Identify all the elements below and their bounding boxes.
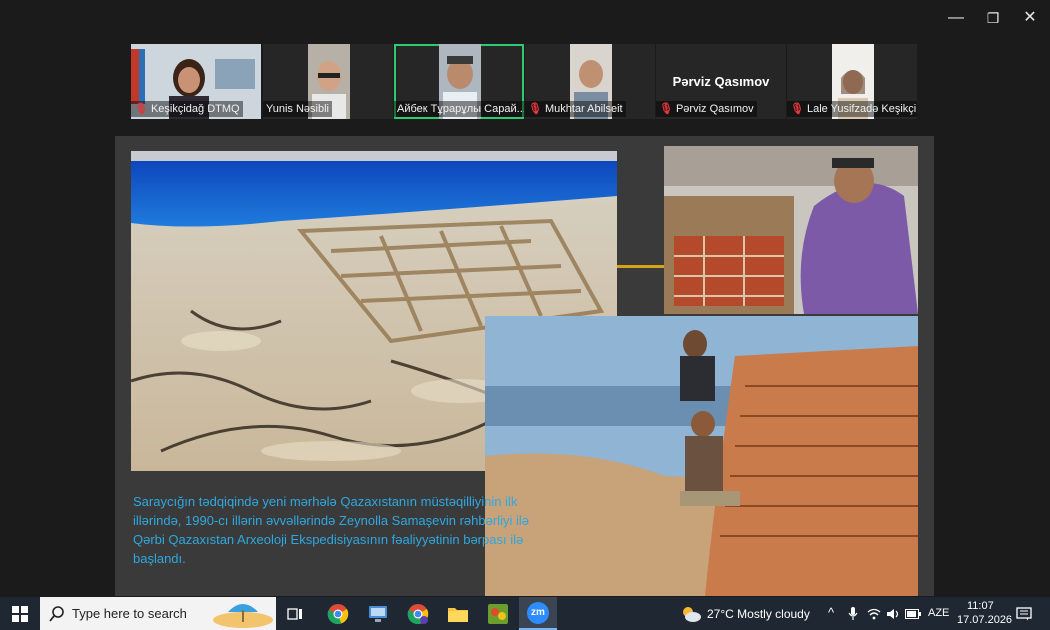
participant-tile[interactable]: 🎙 Keşikçidağ DTMQ <box>131 44 261 119</box>
zoom-icon: zm <box>527 601 549 624</box>
chrome-profile-taskbar-button[interactable] <box>404 597 432 630</box>
slide-caption: Saraycığın tədqiqində yeni mərhələ Qazax… <box>133 494 529 566</box>
window-titlebar: — ❐ ✕ <box>0 0 1050 36</box>
participant-tile[interactable]: 🎙 Mukhtar Abilseit <box>525 44 655 119</box>
battery-icon[interactable] <box>905 609 921 619</box>
excavation-photo <box>664 146 918 314</box>
mic-muted-icon: 🎙 <box>659 103 673 115</box>
restore-button[interactable]: ❐ <box>979 6 1007 30</box>
participant-name: 🎙 Keşikçidağ DTMQ <box>131 101 243 117</box>
chrome-profile-icon <box>407 603 429 624</box>
network-app-button[interactable] <box>364 597 392 630</box>
microphone-icon[interactable] <box>848 607 858 621</box>
taskbar-search-box[interactable]: Type here to search <box>40 597 276 630</box>
wifi-icon[interactable] <box>867 608 881 620</box>
windows-logo-icon <box>12 605 28 622</box>
participant-tile-active[interactable]: Айбек Тұрарұлы Сарай... <box>394 44 524 119</box>
chrome-icon <box>327 603 349 624</box>
task-view-button[interactable] <box>282 597 308 630</box>
close-button[interactable]: ✕ <box>1016 6 1044 30</box>
minimize-button[interactable]: — <box>942 6 970 30</box>
participant-name: 🎙 Pərviz Qasımov <box>656 101 757 117</box>
participant-name: Yunis Nəsibli <box>263 101 332 117</box>
shared-slide: Saraycığın tədqiqində yeni mərhələ Qazax… <box>115 136 934 596</box>
participant-gallery: 🎙 Keşikçidağ DTMQ Yunis Nəsibli Айбек Тұр… <box>131 44 919 120</box>
search-placeholder: Type here to search <box>72 606 187 621</box>
file-explorer-button[interactable] <box>444 597 472 630</box>
participant-display-name: Pərviz Qasımov <box>672 74 770 89</box>
participant-name: Айбек Тұрарұлы Сарай... <box>394 101 524 117</box>
chevron-up-icon[interactable]: ^ <box>828 605 834 620</box>
participant-name: 🎙 Mukhtar Abilseit <box>525 101 626 117</box>
network-app-icon <box>369 605 387 622</box>
game-app-button[interactable] <box>484 597 512 630</box>
chrome-taskbar-button[interactable] <box>324 597 352 630</box>
weather-status[interactable]: 27°C Mostly cloudy <box>707 607 810 621</box>
start-button[interactable] <box>0 597 40 630</box>
search-icon <box>49 606 64 622</box>
zoom-taskbar-button[interactable]: zm <box>519 597 557 630</box>
weather-cloud-icon <box>683 607 701 622</box>
speaker-icon[interactable] <box>886 608 900 620</box>
windows-taskbar: Type here to search zm 27°C Mostly cloud… <box>0 597 1050 630</box>
mic-muted-icon: 🎙 <box>528 103 542 115</box>
participant-name: 🎙 Lale Yusifzadə Keşikçi... <box>787 101 917 117</box>
game-app-icon <box>488 603 508 624</box>
task-view-icon <box>287 607 302 620</box>
slide-divider <box>617 265 665 268</box>
notifications-icon[interactable] <box>1016 607 1032 621</box>
participant-tile[interactable]: Pərviz Qasımov 🎙 Pərviz Qasımov <box>656 44 786 119</box>
participant-tile[interactable]: 🎙 Lale Yusifzadə Keşikçi... <box>787 44 917 119</box>
clock-time[interactable]: 11:07 <box>967 600 994 612</box>
participant-tile[interactable]: Yunis Nəsibli <box>263 44 393 119</box>
folder-icon <box>448 607 468 622</box>
mic-muted-icon: 🎙 <box>790 103 804 115</box>
mic-muted-icon: 🎙 <box>134 103 148 115</box>
clock-date[interactable]: 17.07.2026 <box>957 614 1012 626</box>
search-highlight-icon <box>213 604 273 628</box>
language-indicator[interactable]: AZE <box>928 607 949 619</box>
